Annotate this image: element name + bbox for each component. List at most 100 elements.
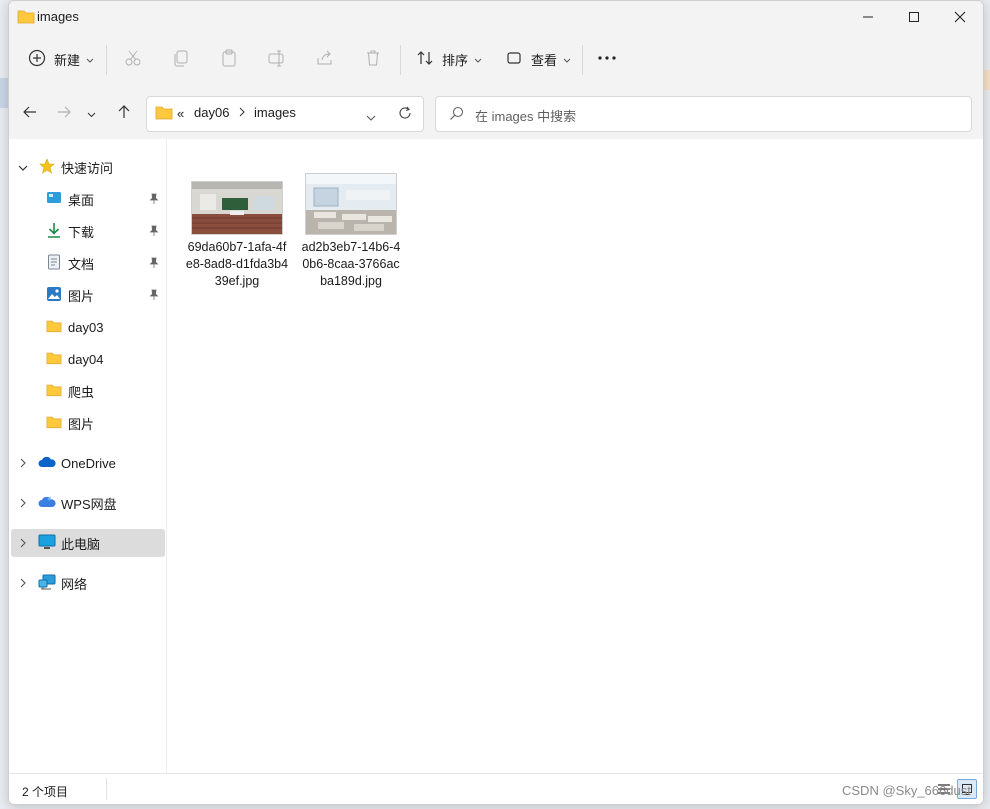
nav-item-desktop[interactable]: 桌面 <box>11 185 165 213</box>
folder-icon <box>17 9 35 27</box>
watermark-text: CSDN @Sky_666dust <box>842 783 971 798</box>
refresh-icon[interactable] <box>398 106 412 123</box>
nav-item-quick-access[interactable]: 快速访问 <box>11 153 165 181</box>
nav-label-downloads: 下载 <box>68 224 95 240</box>
sort-button-label: 排序 <box>442 52 469 68</box>
scissors-icon <box>124 49 142 70</box>
background-app-strip <box>0 78 8 108</box>
cut-button[interactable] <box>124 45 142 73</box>
more-options-button[interactable] <box>597 45 617 73</box>
trash-icon <box>364 49 382 70</box>
pin-icon <box>149 257 159 272</box>
nav-label-this-pc: 此电脑 <box>61 536 101 552</box>
computer-icon <box>38 534 56 553</box>
chevron-down-icon <box>474 52 482 67</box>
nav-label-crawler: 爬虫 <box>68 384 95 400</box>
minimize-button[interactable] <box>845 1 891 33</box>
nav-label-day03: day03 <box>68 319 104 335</box>
nav-item-pictures-folder[interactable]: 图片 <box>11 409 165 437</box>
nav-label-desktop: 桌面 <box>68 192 95 208</box>
folder-icon <box>46 415 62 432</box>
search-box[interactable]: 在 images 中搜索 <box>435 96 972 132</box>
chevron-down-icon[interactable] <box>366 110 376 125</box>
new-button-label: 新建 <box>54 52 81 68</box>
navigation-pane: 快速访问 桌面 下载 文档 图片 day03 day04 爬虫 图片 OneDr… <box>9 139 167 773</box>
file-name: 69da60b7-1afa-4fe8-8ad8-d1fda3b439ef.jpg <box>185 240 289 288</box>
rename-button[interactable] <box>268 45 286 73</box>
nav-label-quick-access: 快速访问 <box>61 160 114 176</box>
arrow-right-icon <box>56 104 72 123</box>
nav-label-pictures: 图片 <box>68 288 95 304</box>
nav-label-network: 网络 <box>61 576 88 592</box>
rename-icon <box>268 49 286 70</box>
copy-icon <box>172 49 190 70</box>
delete-button[interactable] <box>364 45 382 73</box>
file-list: 69da60b7-1afa-4fe8-8ad8-d1fda3b439ef.jpg <box>167 139 983 773</box>
sort-button[interactable]: 排序 <box>416 45 482 73</box>
chevron-right-icon <box>20 496 27 511</box>
recent-locations-button[interactable] <box>83 101 99 125</box>
chevron-right-icon <box>238 106 246 121</box>
nav-item-day03[interactable]: day03 <box>11 313 165 341</box>
share-icon <box>316 49 334 70</box>
file-item[interactable]: 69da60b7-1afa-4fe8-8ad8-d1fda3b439ef.jpg <box>185 181 289 290</box>
nav-label-wps: WPS网盘 <box>61 496 117 512</box>
nav-item-documents[interactable]: 文档 <box>11 249 165 277</box>
nav-item-wps[interactable]: WPS网盘 <box>11 489 165 517</box>
chevron-down-icon <box>86 52 94 67</box>
wps-cloud-icon <box>38 495 56 512</box>
network-icon <box>38 574 56 593</box>
ellipsis-icon <box>597 49 617 70</box>
back-button[interactable] <box>18 101 42 125</box>
view-button-label: 查看 <box>531 52 558 68</box>
status-divider <box>106 778 107 800</box>
close-button[interactable] <box>937 1 983 33</box>
nav-item-crawler[interactable]: 爬虫 <box>11 377 165 405</box>
search-placeholder: 在 images 中搜索 <box>475 109 577 124</box>
nav-item-day04[interactable]: day04 <box>11 345 165 373</box>
sort-arrows-icon <box>416 49 434 70</box>
nav-label-documents: 文档 <box>68 256 95 272</box>
up-button[interactable] <box>112 101 136 125</box>
file-thumbnail <box>305 173 397 235</box>
window-title: images <box>37 9 79 24</box>
document-icon <box>46 254 62 273</box>
folder-icon <box>155 105 173 123</box>
breadcrumb-item-images[interactable]: images <box>254 105 296 120</box>
breadcrumb-item-day06[interactable]: day06 <box>194 105 229 120</box>
address-bar[interactable]: « day06 images <box>146 96 424 132</box>
nav-label-pictures-folder: 图片 <box>68 416 95 432</box>
star-icon <box>39 157 55 177</box>
paste-button[interactable] <box>220 45 238 73</box>
pin-icon <box>149 225 159 240</box>
chevron-right-icon <box>20 536 27 551</box>
pin-icon <box>149 289 159 304</box>
download-icon <box>46 222 62 241</box>
forward-button[interactable] <box>52 101 76 125</box>
nav-label-onedrive: OneDrive <box>61 455 116 471</box>
main-content: 快速访问 桌面 下载 文档 图片 day03 day04 爬虫 图片 OneDr… <box>9 139 983 773</box>
nav-item-this-pc[interactable]: 此电脑 <box>11 529 165 557</box>
nav-item-onedrive[interactable]: OneDrive <box>11 449 165 477</box>
arrow-up-icon <box>116 104 132 123</box>
search-icon <box>449 106 464 124</box>
file-name: ad2b3eb7-14b6-40b6-8caa-3766acba189d.jpg <box>301 240 401 288</box>
maximize-button[interactable] <box>891 1 937 33</box>
view-button[interactable]: 查看 <box>505 45 571 73</box>
chevron-down-icon <box>563 52 571 67</box>
nav-label-day04: day04 <box>68 351 104 367</box>
file-item[interactable]: ad2b3eb7-14b6-40b6-8caa-3766acba189d.jpg <box>299 173 403 290</box>
nav-item-downloads[interactable]: 下载 <box>11 217 165 245</box>
nav-item-pictures[interactable]: 图片 <box>11 281 165 309</box>
new-button[interactable]: 新建 <box>28 45 94 73</box>
copy-button[interactable] <box>172 45 190 73</box>
folder-icon <box>46 351 62 368</box>
file-thumbnail <box>191 181 283 235</box>
desktop-icon <box>46 191 62 208</box>
nav-item-network[interactable]: 网络 <box>11 569 165 597</box>
share-button[interactable] <box>316 45 334 73</box>
file-explorer-window: images 新建 排序 查看 « day06 images 在 images … <box>8 0 984 805</box>
breadcrumb-overflow[interactable]: « <box>177 106 184 121</box>
view-layout-icon <box>505 49 523 70</box>
clipboard-icon <box>220 49 238 70</box>
